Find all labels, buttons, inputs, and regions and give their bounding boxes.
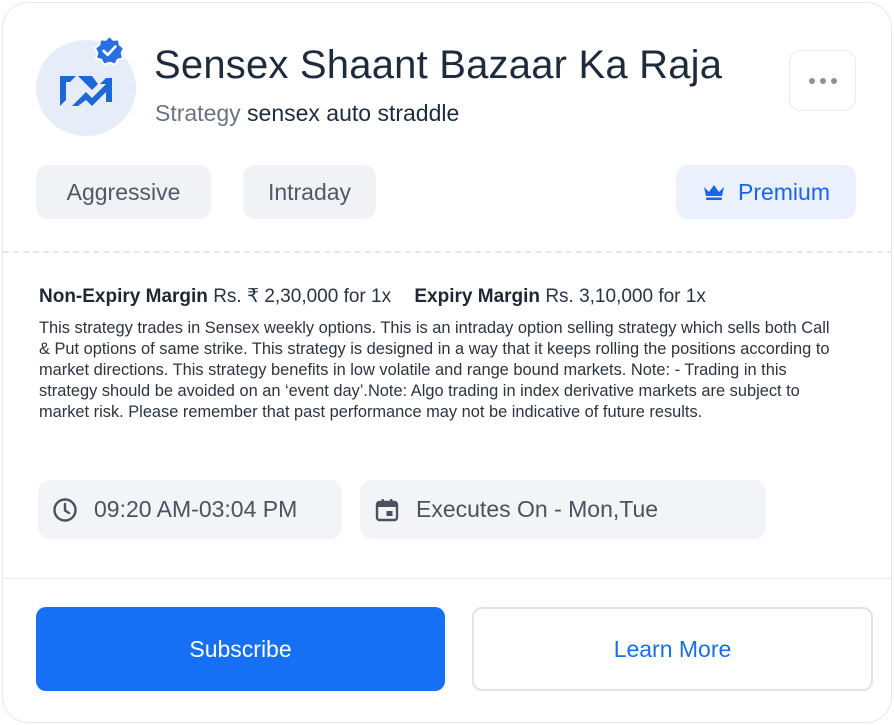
strategy-subtitle: Strategy sensex auto straddle <box>155 100 459 127</box>
premium-tag: Premium <box>676 165 856 219</box>
risk-tag: Aggressive <box>36 165 211 219</box>
learn-more-button[interactable]: Learn More <box>472 607 873 691</box>
margin-info: Non-Expiry Margin Rs. ₹ 2,30,000 for 1x … <box>39 285 706 308</box>
more-options-button[interactable] <box>789 50 856 111</box>
execution-time-text: 09:20 AM-03:04 PM <box>94 496 298 522</box>
expiry-margin-label: Expiry Margin <box>414 286 541 307</box>
clock-icon <box>52 497 78 523</box>
more-dot <box>819 77 826 84</box>
verified-badge-icon <box>94 35 125 66</box>
execution-time: 09:20 AM-03:04 PM <box>38 480 342 539</box>
more-options-icon <box>808 77 815 84</box>
strategy-logo-icon <box>60 76 112 106</box>
strategy-title: Sensex Shaant Bazaar Ka Raja <box>154 43 723 87</box>
subtitle-prefix: Strategy <box>155 100 241 126</box>
section-divider <box>3 251 891 253</box>
non-expiry-margin-value: Rs. ₹ 2,30,000 for 1x <box>213 286 392 307</box>
execution-days: Executes On - Mon,Tue <box>360 480 766 539</box>
non-expiry-margin-label: Non-Expiry Margin <box>39 286 208 307</box>
more-dot <box>830 77 837 84</box>
type-tag: Intraday <box>243 165 376 219</box>
subscribe-button[interactable]: Subscribe <box>36 607 445 691</box>
premium-label: Premium <box>737 178 830 205</box>
execution-days-text: Executes On - Mon,Tue <box>416 496 659 522</box>
strategy-card: Sensex Shaant Bazaar Ka Raja Strategy se… <box>2 2 892 723</box>
expiry-margin-value: Rs. 3,10,000 for 1x <box>545 286 706 307</box>
calendar-icon <box>374 497 400 523</box>
strategy-description: This strategy trades in Sensex weekly op… <box>39 319 830 421</box>
strategy-name: sensex auto straddle <box>247 100 460 126</box>
crown-icon <box>703 185 724 200</box>
footer-divider <box>3 578 891 579</box>
